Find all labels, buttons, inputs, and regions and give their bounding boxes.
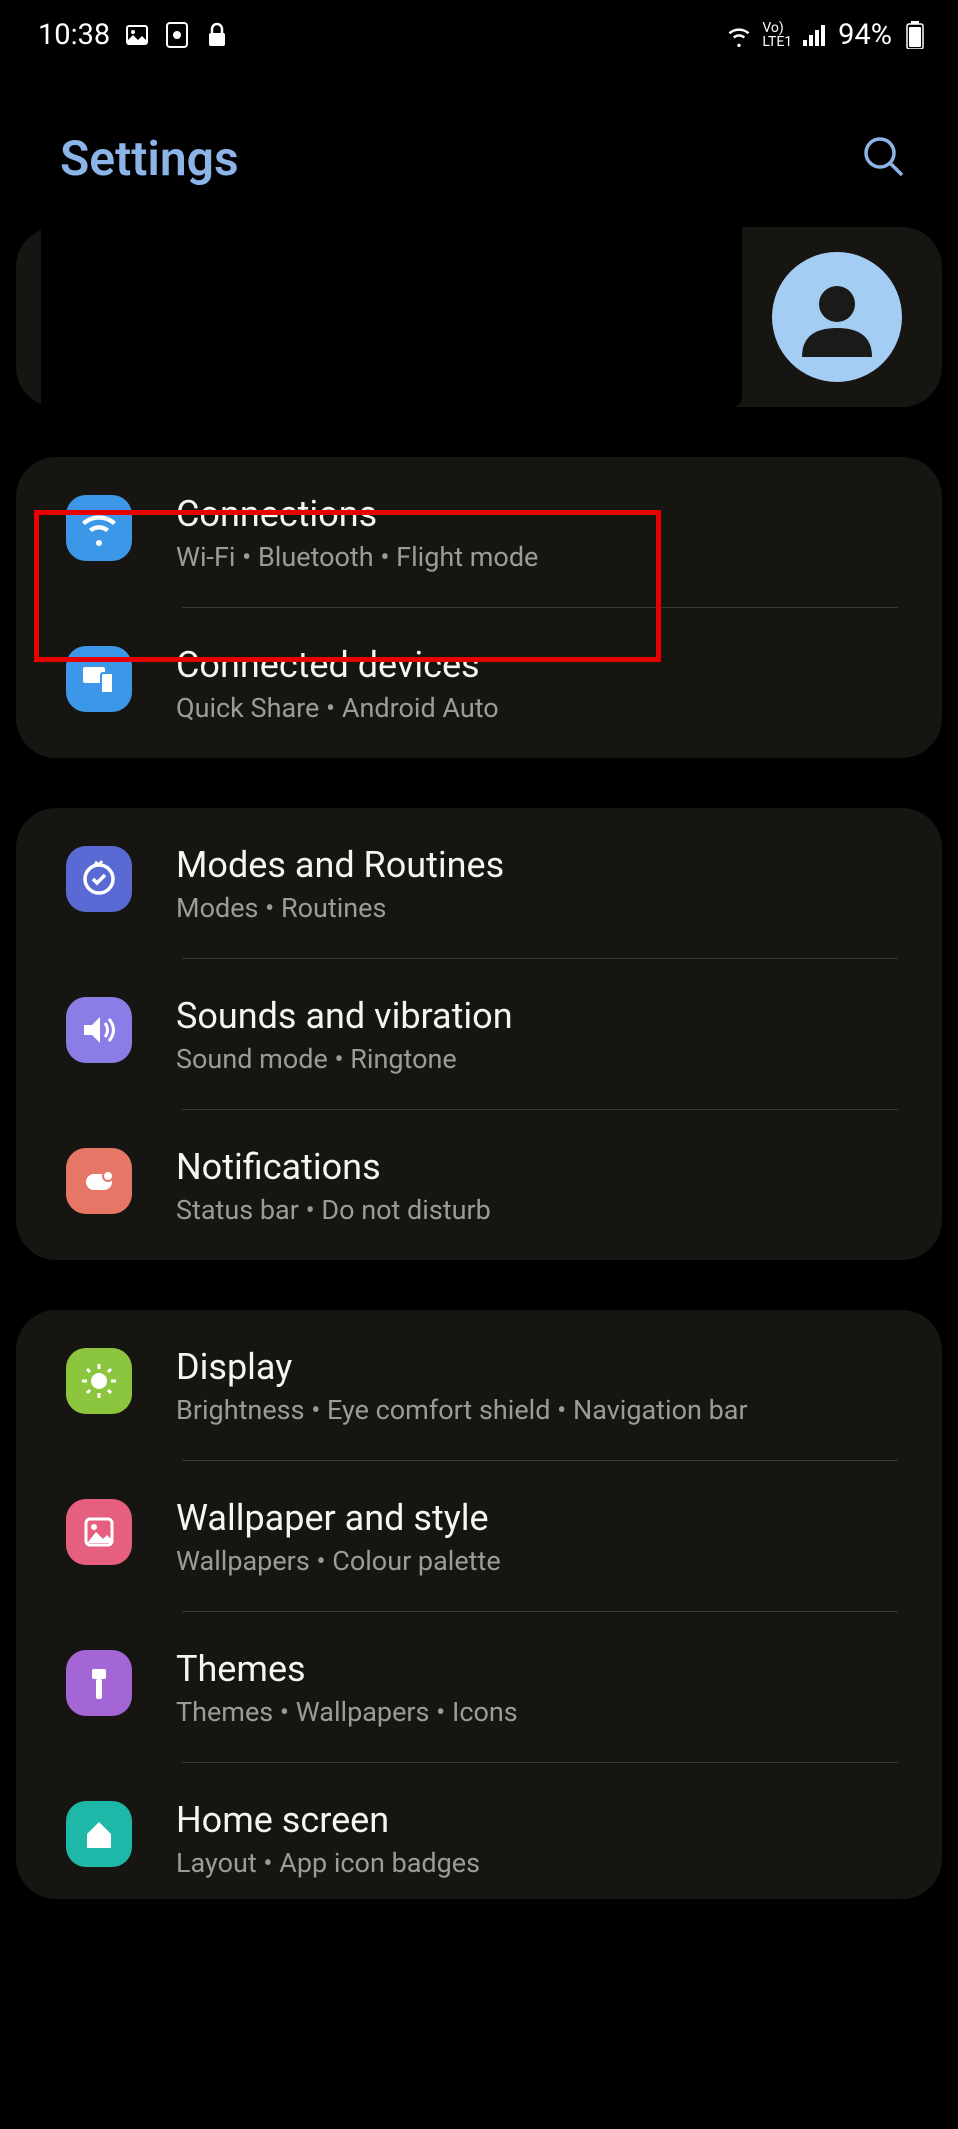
search-button[interactable] (860, 133, 908, 185)
setting-title: Modes and Routines (176, 844, 898, 886)
setting-connected-devices[interactable]: Connected devices Quick Share • Android … (16, 608, 942, 758)
media-icon (164, 22, 190, 48)
network-label: Vo)LTE1 (762, 21, 792, 49)
setting-subtitle: Wallpapers • Colour palette (176, 1545, 898, 1577)
home-icon (66, 1801, 132, 1867)
sound-icon (66, 997, 132, 1063)
settings-header: Settings (0, 70, 958, 227)
settings-group-3: Display Brightness • Eye comfort shield … (16, 1310, 942, 1899)
setting-subtitle: Modes • Routines (176, 892, 898, 924)
setting-title: Notifications (176, 1146, 898, 1188)
themes-icon (66, 1650, 132, 1716)
status-bar: 10:38 Vo)LTE1 94% (0, 0, 958, 70)
page-title: Settings (60, 130, 239, 187)
setting-subtitle: Layout • App icon badges (176, 1847, 898, 1879)
devices-icon (66, 646, 132, 712)
avatar[interactable] (772, 252, 902, 382)
setting-subtitle: Sound mode • Ringtone (176, 1043, 898, 1075)
settings-group-1: Connections Wi-Fi • Bluetooth • Flight m… (16, 457, 942, 758)
signal-icon (802, 22, 828, 48)
setting-title: Display (176, 1346, 898, 1388)
battery-percent: 94% (838, 18, 892, 52)
routines-icon (66, 846, 132, 912)
wifi-icon (726, 22, 752, 48)
setting-title: Sounds and vibration (176, 995, 898, 1037)
setting-sounds-vibration[interactable]: Sounds and vibration Sound mode • Ringto… (16, 959, 942, 1109)
battery-icon (902, 22, 928, 48)
wallpaper-icon (66, 1499, 132, 1565)
setting-notifications[interactable]: Notifications Status bar • Do not distur… (16, 1110, 942, 1260)
gallery-icon (124, 22, 150, 48)
setting-title: Connections (176, 493, 898, 535)
setting-subtitle: Quick Share • Android Auto (176, 692, 898, 724)
setting-wallpaper-style[interactable]: Wallpaper and style Wallpapers • Colour … (16, 1461, 942, 1611)
setting-modes-routines[interactable]: Modes and Routines Modes • Routines (16, 808, 942, 958)
account-card[interactable] (16, 227, 942, 407)
setting-title: Wallpaper and style (176, 1497, 898, 1539)
setting-subtitle: Brightness • Eye comfort shield • Naviga… (176, 1394, 898, 1426)
setting-title: Connected devices (176, 644, 898, 686)
lock-icon (204, 22, 230, 48)
setting-themes[interactable]: Themes Themes • Wallpapers • Icons (16, 1612, 942, 1762)
setting-subtitle: Themes • Wallpapers • Icons (176, 1696, 898, 1728)
setting-title: Home screen (176, 1799, 898, 1841)
setting-subtitle: Wi-Fi • Bluetooth • Flight mode (176, 541, 898, 573)
setting-display[interactable]: Display Brightness • Eye comfort shield … (16, 1310, 942, 1460)
setting-title: Themes (176, 1648, 898, 1690)
setting-subtitle: Status bar • Do not disturb (176, 1194, 898, 1226)
display-icon (66, 1348, 132, 1414)
setting-connections[interactable]: Connections Wi-Fi • Bluetooth • Flight m… (16, 457, 942, 607)
settings-group-2: Modes and Routines Modes • Routines Soun… (16, 808, 942, 1260)
wifi-settings-icon (66, 495, 132, 561)
setting-home-screen[interactable]: Home screen Layout • App icon badges (16, 1763, 942, 1899)
notifications-icon (66, 1148, 132, 1214)
status-time: 10:38 (38, 18, 110, 52)
